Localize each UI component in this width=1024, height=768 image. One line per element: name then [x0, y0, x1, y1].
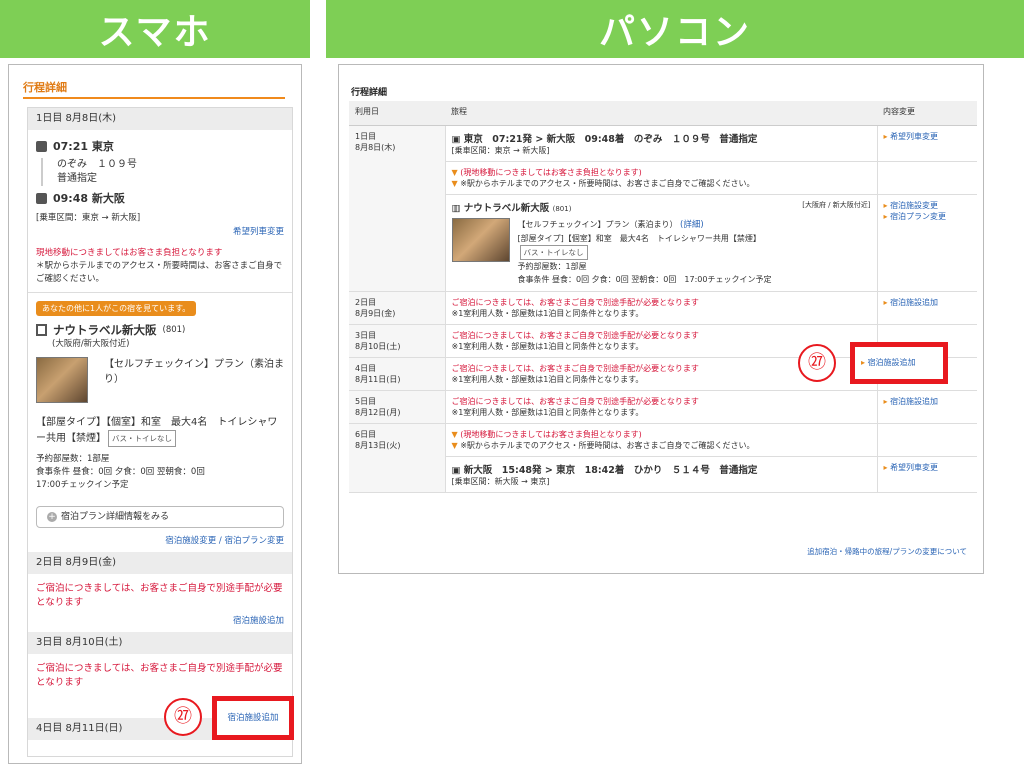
- train-title: ▣ 東京 07:21発 > 新大阪 09:48着 のぞみ １０９号 普通指定: [451, 133, 758, 145]
- pc-banner: パソコン: [326, 0, 1024, 58]
- change-train-link[interactable]: 希望列車変更: [36, 225, 284, 237]
- table-row: 5日目 8月12日(月) ご宿泊につきましては、お客さまご自身で別途手配が必要とな…: [349, 390, 977, 424]
- plan-detail-link[interactable]: (詳細): [680, 220, 704, 230]
- step-marker: ㉗: [798, 344, 836, 382]
- day-header-1: 1日目 8月8日(木): [28, 108, 292, 130]
- add-hotel-link-highlight[interactable]: 宿泊施設追加: [855, 347, 943, 379]
- room-badge: バス・トイレなし: [519, 244, 588, 260]
- itinerary-table: 利用日 旅程 内容変更 1日目 8月8日(木) ▣ 東京 07:21発 > 新大阪…: [349, 101, 977, 493]
- day-header-3: 3日目 8月10日(土): [28, 632, 292, 654]
- hotel-code: (801): [162, 324, 186, 335]
- move-note: ＊駅からホテルまでのアクセス・所要時間は、お客さまご自身でご確認ください。: [36, 261, 283, 284]
- train-details: のぞみ １０９号 普通指定: [41, 158, 284, 186]
- add-hotel-link[interactable]: 宿泊施設追加: [884, 396, 972, 407]
- plan-title: 【セルフチェックイン】プラン（素泊まり）: [104, 359, 284, 385]
- checkin-time: 17:00チェックイン予定: [36, 480, 129, 490]
- train-icon: ▣: [451, 133, 464, 145]
- step-marker: ㉗: [164, 698, 202, 736]
- hotel-links: 宿泊施設変更 / 宿泊プラン変更: [165, 536, 284, 546]
- hotel-name[interactable]: ナウトラベル新大阪: [53, 322, 157, 338]
- route-text: [乗車区間：東京 → 新大阪]: [451, 145, 550, 155]
- change-train-link[interactable]: 希望列車変更: [884, 131, 972, 142]
- table-row: 6日目 8月13日(火) ▼ (現地移動につきましてはお客さま負担となります) ▼ …: [349, 423, 977, 493]
- footer-link[interactable]: 追加宿泊・帰路中の旅程/プランの変更について: [807, 546, 967, 557]
- hotel-image: [36, 357, 88, 403]
- building-icon: [36, 324, 47, 336]
- section-title: 行程詳細: [23, 79, 285, 99]
- add-hotel-link-highlight[interactable]: 宿泊施設追加: [217, 701, 289, 735]
- pc-view: 行程詳細 利用日 旅程 内容変更 1日目 8月8日(木) ▣ 東京 07:21発 …: [338, 64, 984, 574]
- add-hotel-link[interactable]: 宿泊施設追加: [36, 614, 284, 626]
- hotel-change-link[interactable]: 宿泊施設変更: [884, 200, 972, 211]
- day-header-2: 2日目 8月9日(金): [28, 552, 292, 574]
- route-text: [乗車区間：東京 → 新大阪]: [36, 213, 141, 223]
- plan-detail-button[interactable]: + 宿泊プラン詳細情報をみる: [36, 506, 284, 528]
- building-icon: ▥: [451, 202, 464, 214]
- move-note-red: 現地移動につきましてはお客さま負担となります: [36, 248, 223, 258]
- table-row: 2日目 8月9日(金) ご宿泊につきましては、お客さまご自身で別途手配が必要となり…: [349, 291, 977, 325]
- col-itinerary: 旅程: [445, 101, 877, 126]
- viewers-tag: あなたの他に1人がこの宿を見ています。: [36, 301, 197, 316]
- smartphone-view: 行程詳細 1日目 8月8日(木) 07:21 東京 のぞみ １０９号 普通指定 …: [8, 64, 302, 764]
- arrival-time: 09:48 新大阪: [53, 192, 125, 205]
- hotel-area: (大阪府/新大阪付近): [52, 339, 130, 349]
- change-train-link[interactable]: 希望列車変更: [884, 462, 972, 473]
- train-title: ▣ 新大阪 15:48発 > 東京 18:42着 ひかり ５１４号 普通指定: [451, 464, 758, 476]
- train-section: 07:21 東京 のぞみ １０９号 普通指定 09:48 新大阪 [乗車区間：東…: [28, 130, 292, 292]
- hotel-change-link[interactable]: 宿泊施設変更: [165, 536, 216, 546]
- stay-note: ご宿泊につきましては、お客さまご自身で別途手配が必要となります: [36, 663, 283, 688]
- smartphone-banner: スマホ: [0, 0, 310, 58]
- add-hotel-link[interactable]: 宿泊施設追加: [884, 297, 972, 308]
- room-type: 【部屋タイプ】【個室】和室 最大4名 トイレシャワー共用【禁煙】 バス・トイレなし: [36, 415, 284, 447]
- highlight-box: 宿泊施設追加: [212, 696, 294, 740]
- move-note: ▼ ※駅からホテルまでのアクセス・所要時間は、お客さまご自身でご確認ください。: [451, 178, 755, 188]
- room-type: [部屋タイプ]【個室】和室 最大4名 トイレシャワー共用【禁煙】: [517, 233, 761, 243]
- train-name: のぞみ １０９号: [57, 159, 137, 170]
- col-date: 利用日: [349, 101, 445, 126]
- route-text: [乗車区間：新大阪 → 東京]: [451, 476, 550, 486]
- move-note-red: ▼ (現地移動につきましてはお客さま負担となります): [451, 167, 642, 177]
- itinerary-list: 1日目 8月8日(木) 07:21 東京 のぞみ １０９号 普通指定 09:48…: [27, 107, 293, 757]
- hotel-title: ▥ ナウトラベル新大阪 (801) [大阪府 / 新大阪付近]: [451, 200, 871, 214]
- day2-section: ご宿泊につきましては、お客さまご自身で別途手配が必要となります 宿泊施設追加: [28, 574, 292, 632]
- plan-change-link[interactable]: 宿泊プラン変更: [224, 536, 284, 546]
- table-row: 1日目 8月8日(木) ▣ 東京 07:21発 > 新大阪 09:48着 のぞみ …: [349, 125, 977, 292]
- plus-icon: +: [47, 512, 57, 522]
- plan-title: 【セルフチェックイン】プラン（素泊まり）: [517, 219, 678, 229]
- plan-change-link[interactable]: 宿泊プラン変更: [884, 211, 972, 222]
- meal-conditions: 食事条件 昼食：0回 夕食：0回 翌朝食：0回: [36, 467, 205, 477]
- highlight-box: 宿泊施設追加: [850, 342, 948, 384]
- train-icon: [36, 192, 47, 204]
- train-seat: 普通指定: [57, 173, 97, 184]
- departure-time: 07:21 東京: [53, 140, 114, 153]
- hotel-section: ナウトラベル新大阪 (801) (大阪府/新大阪付近) 【セルフチェックイン】プラ…: [28, 322, 292, 498]
- col-change: 内容変更: [877, 101, 977, 126]
- section-title: 行程詳細: [351, 88, 388, 98]
- meal-conditions: 食事条件 昼食：0回 夕食：0回 翌朝食：0回 17:00チェックイン予定: [517, 274, 772, 284]
- rooms-count: 予約部屋数：1部屋: [36, 454, 110, 464]
- room-badge: バス・トイレなし: [108, 430, 176, 447]
- train-icon: [36, 140, 47, 152]
- stay-note: ご宿泊につきましては、お客さまご自身で別途手配が必要となります: [36, 583, 283, 608]
- train-icon: ▣: [451, 464, 464, 476]
- hotel-image: [451, 217, 510, 262]
- rooms-count: 予約部屋数：1部屋: [517, 261, 587, 271]
